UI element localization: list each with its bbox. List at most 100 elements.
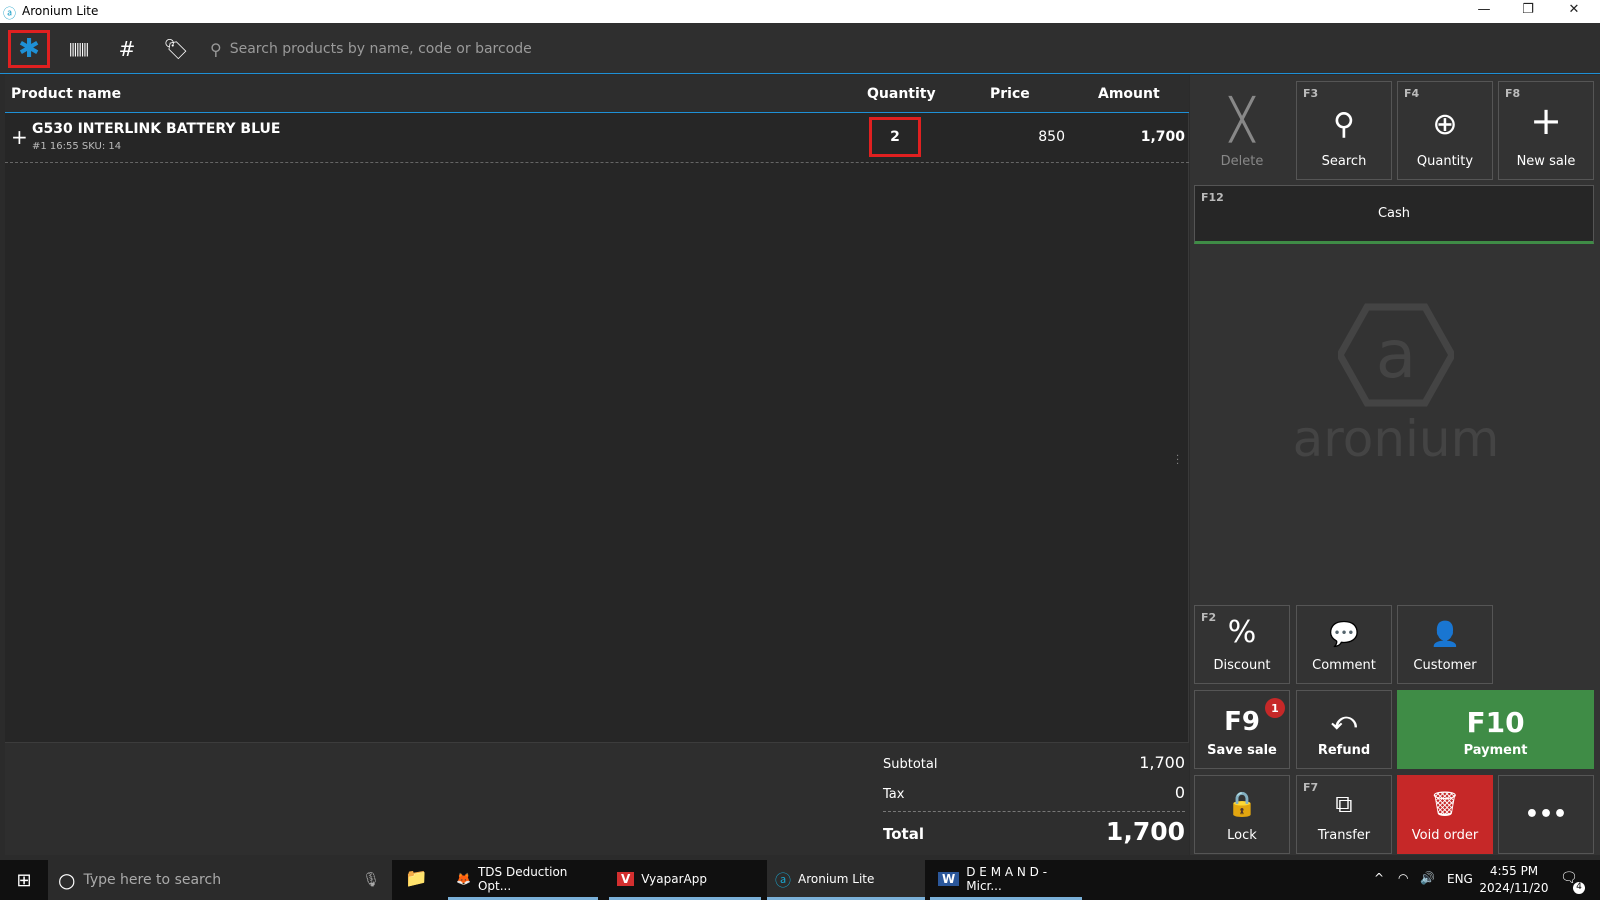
taskbar-app-label: Aronium Lite (798, 872, 874, 886)
app-logo-icon: ⓐ (3, 3, 16, 22)
void-order-button[interactable]: 🗑Void order (1397, 775, 1493, 854)
cash-label: Cash (1378, 206, 1410, 221)
quantity-button[interactable]: F4⊕Quantity (1397, 81, 1493, 180)
new-sale-button[interactable]: F8+New sale (1498, 81, 1594, 180)
taskbar-search[interactable]: ○ Type here to search 🎙 (48, 860, 392, 900)
column-amount: Amount (1098, 86, 1160, 102)
taskbar-app-firefox[interactable]: 🦊TDS Deduction Opt... (448, 860, 598, 900)
search-icon: ⚲ (210, 40, 222, 59)
transfer-label: Transfer (1318, 828, 1370, 843)
delete-label: Delete (1221, 154, 1264, 169)
plus-icon: + (1530, 102, 1562, 140)
table-row[interactable]: + G530 INTERLINK BATTERY BLUE #1 16:55 S… (5, 115, 1189, 163)
clock-date[interactable]: 2024/11/20 (1478, 881, 1550, 895)
taskbar-app-word[interactable]: W D E M A N D - Micr... (930, 860, 1082, 900)
window-title: Aronium Lite (22, 4, 98, 18)
word-icon: W (938, 872, 959, 886)
total-value: 1,700 (1045, 817, 1185, 846)
customer-button[interactable]: 👤 Customer (1397, 605, 1493, 684)
search-bar: ⚲ (210, 35, 810, 63)
hash-icon[interactable]: # (106, 30, 148, 68)
quantity-label: Quantity (1417, 154, 1473, 169)
taskbar-app-vyapar[interactable]: V VyaparApp (609, 860, 761, 900)
basket-add-icon: ⊕ (1432, 110, 1457, 140)
minimize-button[interactable]: — (1464, 2, 1504, 17)
lock-button[interactable]: 🔒 Lock (1194, 775, 1290, 854)
tag-icon[interactable]: 🏷 (155, 30, 197, 68)
tax-value: 0 (1085, 783, 1185, 802)
product-name: G530 INTERLINK BATTERY BLUE (32, 121, 280, 137)
logo-text: aronium (1286, 410, 1506, 468)
payment-button[interactable]: F10Payment (1397, 690, 1594, 769)
more-button[interactable]: ••• (1498, 775, 1594, 854)
column-quantity: Quantity (867, 86, 936, 102)
taskbar-app-aronium[interactable]: ⓐAronium Lite (767, 860, 925, 900)
transfer-icon: ⧉ (1335, 792, 1352, 816)
expand-icon[interactable]: + (11, 125, 28, 149)
restore-button[interactable]: ❐ (1508, 2, 1548, 17)
volume-icon[interactable]: 🔊 (1420, 871, 1435, 885)
lock-icon: 🔒 (1227, 792, 1257, 816)
search-input[interactable] (230, 41, 790, 57)
saved-count-badge: 1 (1265, 698, 1285, 718)
new-sale-label: New sale (1517, 154, 1576, 169)
file-explorer-icon[interactable]: 📁 (405, 868, 427, 889)
comment-button[interactable]: 💬 Comment (1296, 605, 1392, 684)
more-icon: ••• (1525, 802, 1567, 827)
discount-button[interactable]: F2% Discount (1194, 605, 1290, 684)
search-button[interactable]: F3 ⚲ Search (1296, 81, 1392, 180)
price-cell: 850 (985, 129, 1065, 145)
toolbar: ✱ |||||||| # 🏷 ⚲ (0, 23, 1600, 74)
taskbar-app-label: VyaparApp (641, 872, 707, 886)
clock-time[interactable]: 4:55 PM (1480, 864, 1548, 878)
refund-button[interactable]: ⤺Refund (1296, 690, 1392, 769)
table-header: Product name Quantity Price Amount (5, 75, 1189, 113)
shortcut-key: F3 (1303, 87, 1318, 100)
subtotal-value: 1,700 (1085, 753, 1185, 772)
lock-label: Lock (1227, 828, 1257, 843)
delete-button[interactable]: ╳ Delete (1194, 81, 1290, 180)
close-button[interactable]: ✕ (1554, 2, 1594, 17)
trash-icon: 🗑 (1430, 792, 1460, 816)
comment-label: Comment (1312, 658, 1376, 673)
notification-count: 4 (1573, 882, 1585, 894)
tax-label: Tax (883, 787, 904, 802)
shortcut-key: F12 (1201, 191, 1224, 204)
search-label: Search (1322, 154, 1367, 169)
shortcut-key: F7 (1303, 781, 1318, 794)
chevron-up-icon[interactable]: ^ (1374, 871, 1384, 885)
subtotal-label: Subtotal (883, 757, 937, 772)
shortcut-key: F2 (1201, 611, 1216, 624)
microphone-icon[interactable]: 🎙 (362, 872, 380, 888)
percent-icon: % (1228, 618, 1257, 648)
comment-icon: 💬 (1329, 622, 1359, 646)
asterisk-icon[interactable]: ✱ (8, 30, 50, 68)
payment-label: Payment (1464, 743, 1528, 758)
totals-panel: Subtotal 1,700 Tax 0 Total 1,700 (5, 742, 1189, 855)
save-sale-button[interactable]: F9Save sale1 (1194, 690, 1290, 769)
title-bar: ⓐ Aronium Lite — ❐ ✕ (0, 0, 1600, 23)
cash-button[interactable]: F12 Cash (1194, 185, 1594, 244)
taskbar-app-label: D E M A N D - Micr... (966, 865, 1082, 893)
order-panel: Product name Quantity Price Amount + G53… (5, 75, 1189, 855)
quantity-cell[interactable]: 2 (869, 117, 921, 157)
taskbar: ⊞ ○ Type here to search 🎙 📁 🦊TDS Deducti… (0, 860, 1600, 900)
splitter-handle[interactable]: ··· (1176, 455, 1179, 467)
svg-text:a: a (1376, 316, 1416, 393)
vyapar-icon: V (617, 872, 634, 886)
windows-start-icon[interactable]: ⊞ (0, 860, 48, 900)
search-icon: ⚲ (1333, 110, 1355, 140)
person-icon: 👤 (1430, 622, 1460, 646)
divider (883, 811, 1185, 812)
close-icon: ╳ (1230, 100, 1254, 140)
save-sale-label: Save sale (1207, 743, 1277, 758)
refund-basket-icon: ⤺ (1331, 709, 1357, 733)
transfer-button[interactable]: F7 ⧉ Transfer (1296, 775, 1392, 854)
customer-label: Customer (1413, 658, 1476, 673)
taskbar-app-label: TDS Deduction Opt... (478, 865, 598, 893)
discount-label: Discount (1213, 658, 1270, 673)
language-indicator[interactable]: ENG (1447, 872, 1473, 886)
barcode-icon[interactable]: |||||||| (57, 30, 99, 68)
network-icon[interactable]: ◠ (1398, 871, 1408, 885)
column-product-name: Product name (11, 86, 121, 102)
